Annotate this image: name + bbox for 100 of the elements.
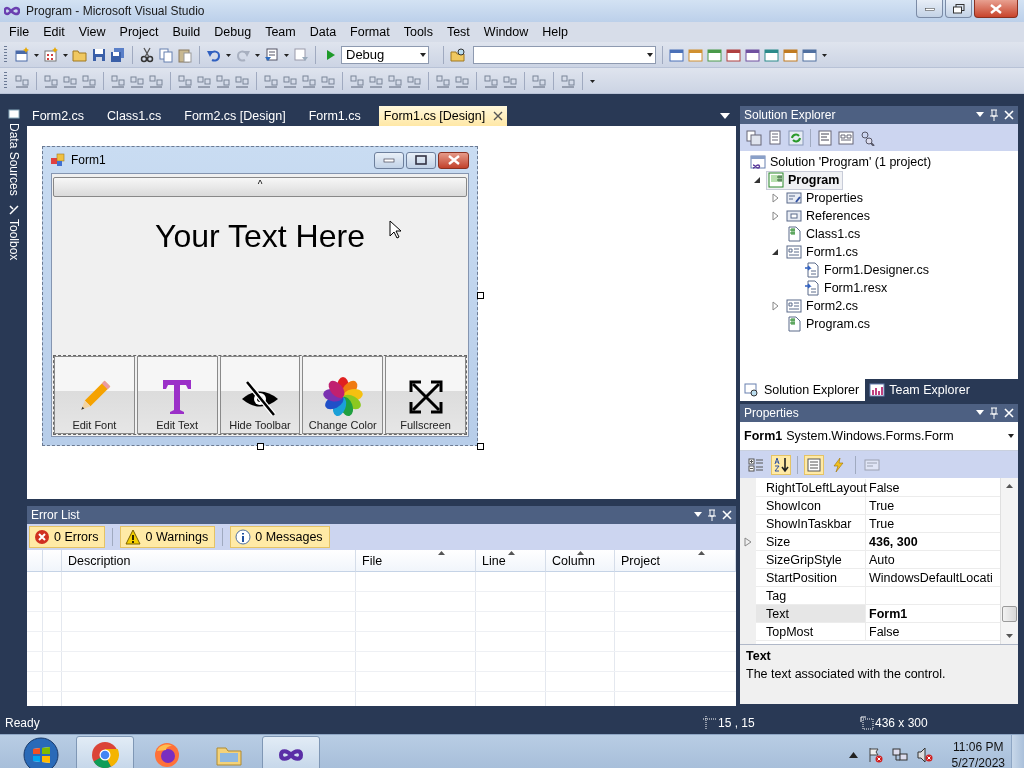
close-icon[interactable] xyxy=(493,111,504,121)
tree-item[interactable]: Program xyxy=(766,170,844,190)
property-name[interactable]: ShowInTaskbar xyxy=(766,516,852,531)
view-designer-icon[interactable] xyxy=(838,129,854,146)
scrollbar[interactable] xyxy=(1000,478,1018,644)
document-tab[interactable]: Form1.cs xyxy=(303,106,375,126)
search-combo[interactable] xyxy=(473,45,656,64)
tree-item[interactable]: Form1.Designer.cs xyxy=(802,260,933,280)
restore-button[interactable] xyxy=(945,0,972,18)
tool-window-icon[interactable] xyxy=(707,46,723,63)
resize-handle[interactable] xyxy=(257,443,264,450)
show-hidden-icons-icon[interactable] xyxy=(848,751,858,758)
close-button[interactable] xyxy=(438,151,469,169)
property-name[interactable]: RightToLeftLayout xyxy=(766,480,867,495)
resize-handle[interactable] xyxy=(477,292,484,299)
network-icon[interactable] xyxy=(891,746,908,763)
collapse-bar[interactable]: ^ xyxy=(53,177,467,197)
tree-item[interactable]: Properties xyxy=(784,188,867,208)
minimize-button[interactable] xyxy=(374,151,404,169)
layout-icon[interactable] xyxy=(483,72,499,89)
filter-button[interactable]: 0 Errors xyxy=(29,526,106,548)
layout-icon[interactable] xyxy=(148,72,164,89)
layout-icon[interactable] xyxy=(81,72,97,89)
side-tab[interactable]: Toolbox xyxy=(6,201,21,263)
menu-item[interactable]: Debug xyxy=(207,25,259,39)
maximize-button[interactable] xyxy=(406,151,436,169)
side-tab[interactable]: Data Sources xyxy=(6,106,21,198)
speaker-muted-icon[interactable] xyxy=(916,746,933,763)
column-header[interactable]: File xyxy=(356,550,476,572)
panel-tab[interactable]: Team Explorer xyxy=(865,379,976,401)
paste-icon[interactable] xyxy=(177,46,193,63)
show-all-files-icon[interactable] xyxy=(746,129,762,146)
menu-item[interactable]: Team xyxy=(258,25,303,39)
tool-window-icon[interactable] xyxy=(802,46,818,63)
property-name[interactable]: Tag xyxy=(766,588,787,603)
property-name[interactable]: StartPosition xyxy=(766,570,837,585)
save-icon[interactable] xyxy=(91,46,107,63)
panel-tab[interactable]: Solution Explorer xyxy=(740,379,866,401)
pin-icon[interactable] xyxy=(990,407,998,419)
menu-item[interactable]: File xyxy=(2,25,37,39)
toolbar-grip[interactable] xyxy=(4,71,7,90)
property-name[interactable]: TopMost xyxy=(766,624,814,639)
tree-item[interactable]: Form1.cs xyxy=(784,242,863,262)
menu-item[interactable]: Format xyxy=(343,25,397,39)
tree-item[interactable]: References xyxy=(784,206,874,226)
column-header[interactable]: Project xyxy=(615,550,736,572)
properties-icon[interactable] xyxy=(767,129,783,146)
toolbar-button[interactable]: Edit Text xyxy=(136,356,218,434)
scroll-thumb[interactable] xyxy=(1002,606,1017,622)
layout-icon[interactable] xyxy=(215,72,231,89)
column-header[interactable]: Column xyxy=(546,550,615,572)
document-tab[interactable]: Form2.cs xyxy=(27,106,99,126)
column-header[interactable]: Line xyxy=(476,550,546,572)
menu-item[interactable]: Test xyxy=(439,25,477,39)
dropdown-arrow-icon[interactable] xyxy=(694,512,702,518)
flag-warning-icon[interactable] xyxy=(866,746,883,763)
property-value[interactable]: Auto xyxy=(869,552,895,567)
menu-item[interactable]: Help xyxy=(535,25,575,39)
layout-icon[interactable] xyxy=(349,72,365,89)
save-all-icon[interactable] xyxy=(110,46,126,63)
folder-search-icon[interactable] xyxy=(450,46,466,63)
tree-item[interactable]: Solution 'Program' (1 project) xyxy=(748,152,936,172)
layout-icon[interactable] xyxy=(301,72,317,89)
property-value[interactable]: True xyxy=(869,516,895,531)
layout-icon[interactable] xyxy=(263,72,279,89)
dropdown-arrow-icon[interactable] xyxy=(976,112,984,118)
toolbar-button[interactable]: Hide Toolbar xyxy=(219,356,301,434)
tool-window-icon[interactable] xyxy=(745,46,761,63)
taskbar-button[interactable] xyxy=(76,735,134,768)
tool-window-icon[interactable] xyxy=(783,46,799,63)
property-value[interactable]: 436, 300 xyxy=(869,534,918,549)
toolbar-button[interactable]: Edit Font xyxy=(54,356,135,434)
refresh-icon[interactable] xyxy=(788,129,804,146)
filter-button[interactable]: 0 Messages xyxy=(230,526,330,548)
document-tab[interactable]: Class1.cs xyxy=(102,106,176,126)
menu-item[interactable]: View xyxy=(71,25,113,39)
property-name[interactable]: ShowIcon xyxy=(766,498,821,513)
filter-button[interactable]: 0 Warnings xyxy=(120,526,216,548)
object-dropdown[interactable]: Form1 System.Windows.Forms.Form xyxy=(740,422,1018,451)
tool-window-icon[interactable] xyxy=(764,46,780,63)
menu-item[interactable]: Tools xyxy=(396,25,440,39)
document-tab[interactable]: Form2.cs [Design] xyxy=(179,106,300,126)
sort-az-button[interactable] xyxy=(771,454,791,475)
add-item-icon[interactable] xyxy=(43,46,59,63)
toolbar-button[interactable]: Fullscreen xyxy=(385,356,466,434)
layout-icon[interactable] xyxy=(560,72,576,89)
tree-item[interactable]: Program.cs xyxy=(784,314,874,334)
close-button[interactable] xyxy=(974,0,1018,18)
taskbar-button[interactable] xyxy=(262,735,320,768)
tool-window-icon[interactable] xyxy=(726,46,742,63)
column-header[interactable]: Description xyxy=(62,550,356,572)
tree-item[interactable]: Form1.resx xyxy=(802,278,892,298)
tree-item[interactable]: Class1.cs xyxy=(784,224,865,244)
dropdown-arrow-icon[interactable] xyxy=(976,410,984,416)
layout-icon[interactable] xyxy=(435,72,451,89)
menu-item[interactable]: Data xyxy=(302,25,344,39)
list-button[interactable] xyxy=(804,454,824,475)
layout-icon[interactable] xyxy=(14,72,30,89)
navigate-backward-icon[interactable] xyxy=(264,46,280,63)
tool-window-icon[interactable] xyxy=(669,46,685,63)
